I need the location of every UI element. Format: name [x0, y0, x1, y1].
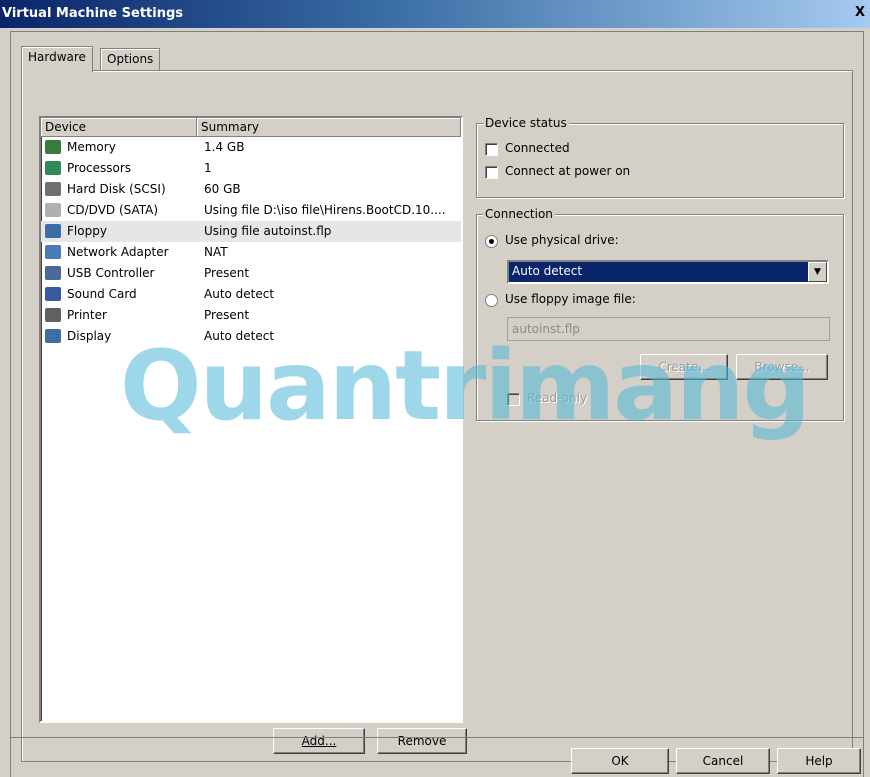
column-header-device[interactable]: Device	[41, 118, 197, 136]
use-floppy-image-radio[interactable]	[485, 294, 498, 307]
tab-hardware[interactable]: Hardware	[21, 46, 93, 72]
device-name: Network Adapter	[67, 245, 169, 259]
read-only-checkbox[interactable]	[507, 393, 520, 406]
connected-label: Connected	[505, 141, 570, 155]
device-summary: Present	[204, 308, 250, 322]
cd-dvd-icon	[45, 203, 61, 217]
device-summary: Auto detect	[204, 329, 275, 343]
device-name: Floppy	[67, 224, 107, 238]
remove-button[interactable]: Remove	[377, 728, 467, 754]
device-list[interactable]: Device Summary Memory 1.4 GB Processors 1 Ha…	[39, 116, 463, 723]
device-name: USB Controller	[67, 266, 155, 280]
dialog-body: Hardware Options Device Summary Memory 1.…	[10, 31, 864, 777]
device-row[interactable]: Memory 1.4 GB	[41, 137, 461, 158]
device-row[interactable]: Network Adapter NAT	[41, 242, 461, 263]
printer-icon	[45, 308, 61, 322]
device-row[interactable]: Sound Card Auto detect	[41, 284, 461, 305]
chevron-down-icon[interactable]: ▼	[808, 262, 827, 282]
device-name: Processors	[67, 161, 132, 175]
close-icon[interactable]: X	[852, 5, 868, 21]
device-name: Sound Card	[67, 287, 137, 301]
processor-icon	[45, 161, 61, 175]
cancel-button[interactable]: Cancel	[676, 748, 770, 774]
device-name: Hard Disk (SCSI)	[67, 182, 166, 196]
device-summary: Present	[204, 266, 250, 280]
memory-icon	[45, 140, 61, 154]
drive-select-value: Auto detect	[512, 264, 583, 278]
network-adapter-icon	[45, 245, 61, 259]
use-physical-drive-label: Use physical drive:	[505, 233, 619, 247]
device-name: Printer	[67, 308, 107, 322]
device-row[interactable]: Display Auto detect	[41, 326, 461, 347]
connect-at-power-on-checkbox[interactable]	[485, 166, 498, 179]
device-summary: 1	[204, 161, 212, 175]
floppy-icon	[45, 224, 61, 238]
footer-divider	[11, 737, 863, 738]
hard-disk-icon	[45, 182, 61, 196]
connected-checkbox[interactable]	[485, 143, 498, 156]
connect-at-power-on-label: Connect at power on	[505, 164, 631, 178]
device-row[interactable]: CD/DVD (SATA) Using file D:\iso file\Hire…	[41, 200, 461, 221]
device-row[interactable]: Floppy Using file autoinst.flp	[41, 221, 461, 242]
device-name: CD/DVD (SATA)	[67, 203, 159, 217]
title-bar: Virtual Machine Settings X	[0, 0, 870, 28]
usb-icon	[45, 266, 61, 280]
device-summary: Using file autoinst.flp	[204, 224, 332, 238]
connection-group: Connection Use physical drive: Auto dete…	[476, 207, 844, 421]
display-icon	[45, 329, 61, 343]
device-list-header: Device Summary	[41, 118, 461, 137]
window-title: Virtual Machine Settings	[2, 6, 184, 21]
use-physical-drive-radio[interactable]	[485, 235, 498, 248]
device-row[interactable]: Printer Present	[41, 305, 461, 326]
connection-title: Connection	[483, 207, 555, 221]
browse-button[interactable]: Browse...	[736, 354, 828, 380]
create-button[interactable]: Create...	[640, 354, 728, 380]
device-row[interactable]: Processors 1	[41, 158, 461, 179]
image-file-input[interactable]: autoinst.flp	[507, 317, 830, 341]
device-name: Display	[67, 329, 112, 343]
device-row[interactable]: USB Controller Present	[41, 263, 461, 284]
tab-options[interactable]: Options	[100, 48, 161, 71]
device-row[interactable]: Hard Disk (SCSI) 60 GB	[41, 179, 461, 200]
device-name: Memory	[67, 140, 116, 154]
device-summary: 1.4 GB	[204, 140, 245, 154]
drive-select[interactable]: Auto detect ▼	[507, 260, 829, 284]
device-summary: Using file D:\iso file\Hirens.BootCD.10.…	[204, 203, 446, 217]
device-status-group: Device status Connected Connect at power…	[476, 116, 844, 198]
column-header-summary[interactable]: Summary	[197, 118, 461, 136]
read-only-label: Read-only	[527, 391, 588, 405]
device-summary: NAT	[204, 245, 228, 259]
add-button[interactable]: Add...	[273, 728, 365, 754]
help-button[interactable]: Help	[777, 748, 861, 774]
tab-page-hardware: Device Summary Memory 1.4 GB Processors 1 Ha…	[21, 70, 853, 762]
device-summary: 60 GB	[204, 182, 241, 196]
sound-card-icon	[45, 287, 61, 301]
device-status-title: Device status	[483, 116, 569, 130]
use-floppy-image-label: Use floppy image file:	[505, 292, 636, 306]
ok-button[interactable]: OK	[571, 748, 669, 774]
device-summary: Auto detect	[204, 287, 275, 301]
